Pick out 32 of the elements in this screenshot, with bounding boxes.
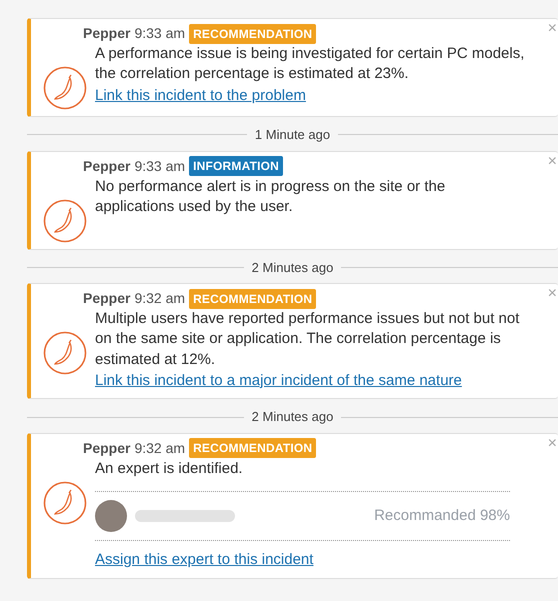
close-icon[interactable]: × xyxy=(548,432,557,456)
pepper-icon xyxy=(43,480,87,525)
author-name: Pepper xyxy=(83,156,130,176)
category-tag: INFORMATION xyxy=(189,156,284,176)
pepper-icon xyxy=(43,198,87,242)
close-icon[interactable]: × xyxy=(548,282,557,306)
message-time: 9:32 am xyxy=(134,289,186,308)
time-separator: 2 Minutes ago xyxy=(252,258,334,277)
incident-link[interactable]: Link this incident to a major incident of the same nature xyxy=(95,370,462,392)
category-tag: RECOMMENDATION xyxy=(189,24,316,44)
category-tag: RECOMMENDATION xyxy=(189,438,316,458)
message-time: 9:32 am xyxy=(134,438,186,458)
message-text: A performance issue is being investigated for certain PC models, the correlation percentage is estimated at 23%. xyxy=(95,44,526,84)
pepper-icon xyxy=(43,331,87,375)
time-separator: 1 Minute ago xyxy=(254,126,330,144)
close-icon[interactable]: × xyxy=(548,17,557,41)
time-separator: 2 Minutes ago xyxy=(252,408,334,426)
author-name: Pepper xyxy=(83,24,130,43)
message-time: 9:33 am xyxy=(134,24,186,43)
incident-link[interactable]: Link this incident to the problem xyxy=(95,84,306,107)
message-text: An expert is identified. xyxy=(95,458,243,479)
author-name: Pepper xyxy=(83,289,130,308)
message-time: 9:33 am xyxy=(134,156,186,176)
message-text: Multiple users have reported performance issues but not but not on the same site or application. The correlation percentage is estimated at 12%. xyxy=(95,309,520,370)
recommendation-score: Recommanded 98% xyxy=(374,506,510,526)
close-icon[interactable]: × xyxy=(548,150,557,174)
author-name: Pepper xyxy=(83,438,130,458)
message-text: No performance alert is in progress on the site or the applications used by the user. xyxy=(95,176,446,217)
avatar-placeholder xyxy=(95,500,127,532)
incident-link[interactable]: Assign this expert to this incident xyxy=(95,549,314,572)
pepper-icon xyxy=(43,66,87,110)
category-tag: RECOMMENDATION xyxy=(189,288,316,308)
